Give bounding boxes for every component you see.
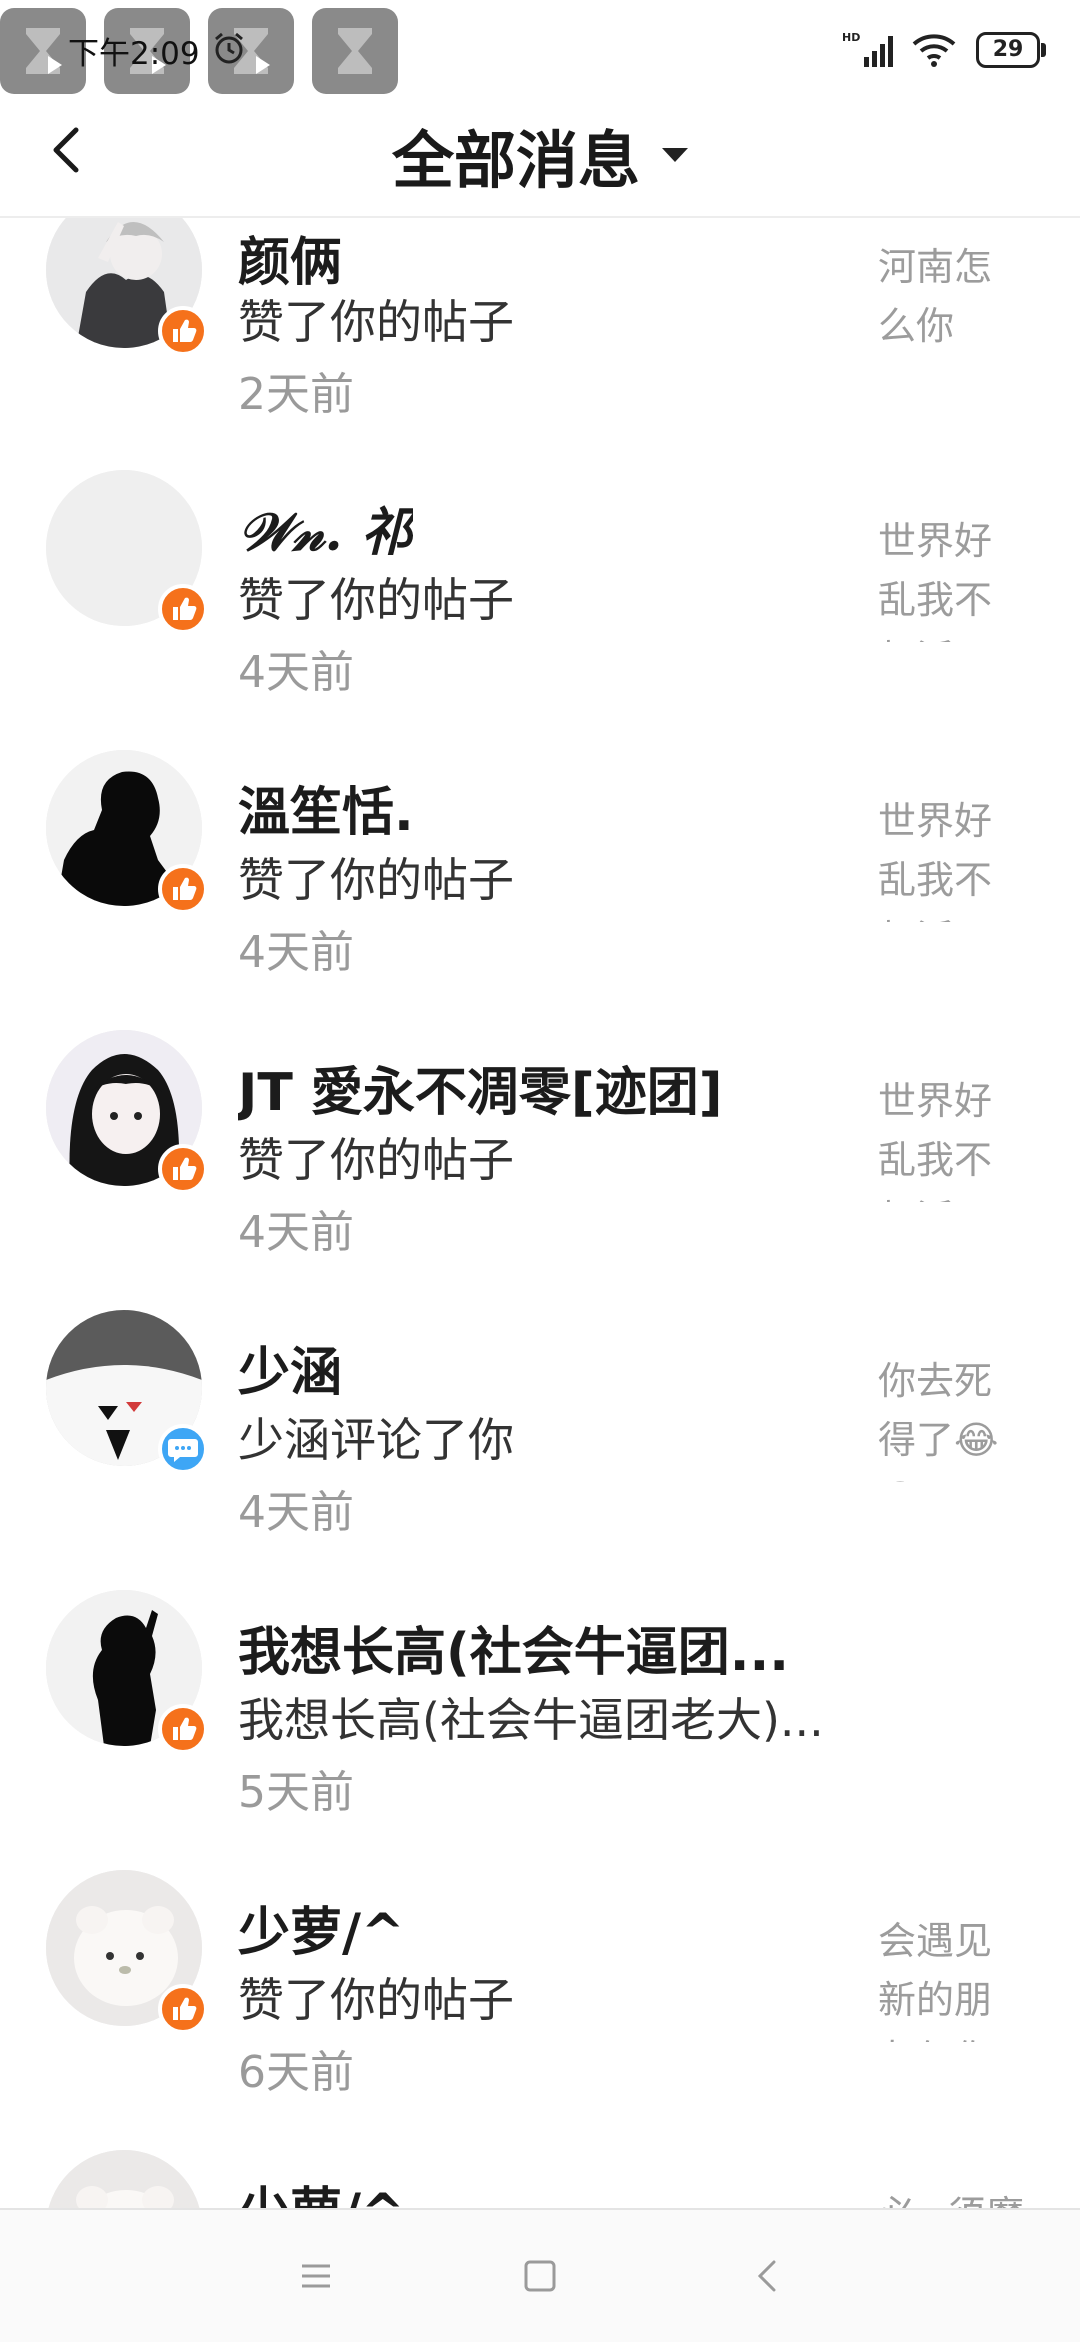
list-item[interactable]: 溫笙恬. 赞了你的帖子 4天前 世界好乱我不想活了	[0, 684, 1080, 978]
list-item[interactable]: JT 愛永不凋零[迹团] 赞了你的帖子 4天前 世界好乱我不想活了	[0, 964, 1080, 1258]
avatar[interactable]	[46, 470, 208, 634]
post-preview: 世界好乱我不想活了	[878, 519, 993, 642]
sender-name: 少萝/^	[238, 1903, 405, 1963]
signal-icon: HD	[842, 31, 893, 67]
sender-name: JT 愛永不凋零[迹团]	[238, 1063, 723, 1123]
message-action: 赞了你的帖子	[238, 1973, 514, 2027]
avatar[interactable]	[46, 218, 208, 356]
list-item[interactable]: 𝒲𝓃. 祁 赞了你的帖子 4天前 世界好乱我不想活了	[0, 404, 1080, 698]
list-item[interactable]: 少萝/^ 赞了你的帖子 6天前 会遇见新的朋友但你	[0, 1804, 1080, 2098]
avatar[interactable]	[46, 750, 208, 914]
notification-icons	[0, 8, 416, 94]
thumbs-up-icon	[158, 306, 208, 356]
sender-name: 少涵	[238, 1343, 343, 1403]
post-preview: 世界好乱我不想活了	[878, 1079, 993, 1202]
list-item[interactable]: 我想长高(社会牛逼团... 我想长高(社会牛逼团老大)... 5天前	[0, 1524, 1080, 1818]
thumbs-up-icon	[158, 1984, 208, 2034]
message-list[interactable]: 颜俩 赞了你的帖子 2天前 河南怎么你了？？ 𝒲𝓃. 祁 赞了你的帖子 4天前 …	[0, 218, 1080, 2208]
home-square-icon[interactable]	[520, 2256, 560, 2296]
list-item[interactable]: 少萝/^ 必~须魔	[0, 2084, 1080, 2208]
list-item[interactable]: 颜俩 赞了你的帖子 2天前 河南怎么你了？？	[0, 218, 1080, 420]
alarm-icon	[215, 32, 243, 64]
thumbs-up-icon	[158, 1144, 208, 1194]
svg-text:HD: HD	[842, 31, 860, 44]
menu-icon[interactable]	[296, 2256, 336, 2296]
message-action: 少涵评论了你	[238, 1413, 514, 1467]
wifi-icon	[912, 34, 956, 67]
message-action: 我想长高(社会牛逼团老大)...	[238, 1693, 824, 1747]
app-notification-icon	[312, 8, 398, 94]
system-nav-bar	[0, 2208, 1080, 2342]
sender-name: 我想长高(社会牛逼团...	[238, 1623, 790, 1683]
sender-name: 少萝/^	[238, 2170, 405, 2208]
thumbs-up-icon	[158, 584, 208, 634]
sender-name: 溫笙恬.	[238, 783, 414, 843]
avatar[interactable]	[46, 1030, 208, 1194]
avatar[interactable]	[46, 1590, 208, 1754]
title-dropdown[interactable]: 全部消息	[0, 110, 1080, 200]
caret-down-icon	[662, 148, 688, 162]
message-action: 赞了你的帖子	[238, 573, 514, 627]
status-indicators: HD 29	[842, 28, 1046, 72]
status-time: 下午2:09	[68, 36, 200, 72]
sender-name: 颜俩	[238, 233, 343, 293]
sender-name: 𝒲𝓃. 祁	[238, 502, 413, 563]
status-bar: 下午2:09 HD 29	[0, 0, 1080, 100]
avatar[interactable]	[46, 1310, 208, 1474]
thumbs-up-icon	[158, 1704, 208, 1754]
avatar[interactable]	[46, 1870, 208, 2034]
top-bar: 全部消息	[0, 100, 1080, 218]
battery-indicator: 29	[976, 32, 1046, 68]
message-action: 赞了你的帖子	[238, 1133, 514, 1187]
comment-bubble-icon	[158, 1424, 208, 1474]
page-title: 全部消息	[391, 124, 640, 197]
message-action: 赞了你的帖子	[238, 853, 514, 907]
list-item[interactable]: 少涵 少涵评论了你 4天前 你去死得了😂😂?...	[0, 1244, 1080, 1538]
post-preview: 世界好乱我不想活了	[878, 799, 993, 922]
post-preview: 会遇见新的朋友但你	[878, 1919, 993, 2042]
post-preview: 必~须魔	[878, 2186, 1038, 2208]
thumbs-up-icon	[158, 864, 208, 914]
post-preview: 你去死得了😂😂?...	[878, 1359, 999, 1482]
avatar[interactable]	[46, 2150, 202, 2208]
message-action: 赞了你的帖子	[238, 295, 514, 349]
nav-back-icon[interactable]	[748, 2256, 788, 2296]
post-preview: 河南怎么你了？？	[878, 245, 993, 368]
